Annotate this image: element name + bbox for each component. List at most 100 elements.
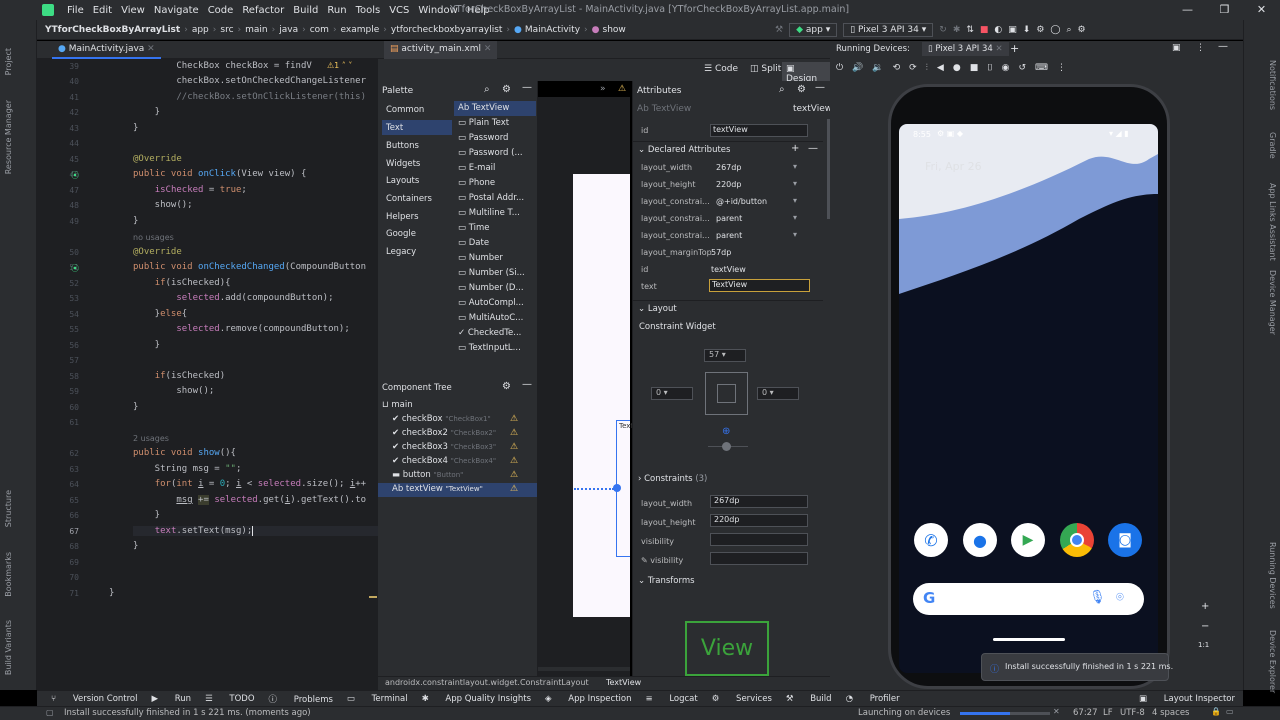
- attr-value[interactable]: textView: [711, 265, 746, 274]
- menu-navigate[interactable]: Navigate: [154, 5, 199, 16]
- warning-icon[interactable]: ⚠: [510, 456, 518, 466]
- visibility-select[interactable]: [710, 533, 808, 546]
- dropdown-icon[interactable]: ▾: [793, 162, 797, 171]
- layout-inspector-tool[interactable]: ▣ Layout Inspector: [1139, 694, 1235, 704]
- stop-icon[interactable]: ■: [980, 25, 989, 35]
- usage-hint[interactable]: 2 usages: [133, 434, 169, 443]
- problems-tool[interactable]: ⓘ Problems: [269, 693, 333, 705]
- app-inspection-tool[interactable]: ◈ App Inspection: [545, 694, 631, 704]
- breadcrumb-package[interactable]: ytforcheckboxbyarraylist: [391, 25, 503, 35]
- dropdown-icon[interactable]: ▾: [793, 179, 797, 188]
- microphone-icon[interactable]: 🎙: [1089, 590, 1106, 605]
- attr-value[interactable]: 267dp: [716, 163, 741, 172]
- device-manager-tool-button[interactable]: Device Manager: [1268, 270, 1277, 335]
- palette-category-containers[interactable]: Containers: [386, 194, 432, 204]
- zoom-actual-size[interactable]: 1:1: [1198, 641, 1209, 649]
- breadcrumb-method[interactable]: show: [603, 25, 626, 35]
- search-icon[interactable]: ⌕: [1067, 25, 1072, 35]
- status-toggle-icon[interactable]: ▢: [46, 708, 54, 717]
- minimize-panel-icon[interactable]: —: [522, 82, 532, 93]
- text-attribute-input[interactable]: TextView: [709, 279, 810, 292]
- build-tool[interactable]: ⚒ Build: [786, 694, 832, 704]
- close-tab-icon[interactable]: ✕: [996, 44, 1003, 54]
- tab-mainactivity[interactable]: ● MainActivity.java ✕: [52, 41, 161, 59]
- tree-item-checkbox[interactable]: ✔ checkBox "CheckBox1": [392, 414, 491, 424]
- tools-visibility-select[interactable]: [710, 552, 808, 565]
- camera-app-icon[interactable]: ◙: [1108, 523, 1142, 557]
- tree-item-textview[interactable]: Ab textView "TextView": [392, 484, 483, 494]
- design-canvas[interactable]: Text: [538, 97, 633, 676]
- breadcrumb-com[interactable]: com: [310, 25, 329, 35]
- line-separator[interactable]: LF: [1103, 708, 1113, 718]
- power-icon[interactable]: ⏻: [836, 63, 843, 73]
- overview-icon[interactable]: ■: [970, 63, 979, 73]
- more-options-icon[interactable]: ⋮: [1196, 43, 1205, 53]
- play-store-icon[interactable]: ▶: [1011, 523, 1045, 557]
- margin-top-select[interactable]: 57 ▾: [704, 349, 746, 362]
- add-attribute-icon[interactable]: +: [791, 143, 799, 154]
- background-task[interactable]: Launching on devices: [858, 708, 950, 718]
- app-links-tool-button[interactable]: App Links Assistant: [1268, 183, 1277, 261]
- phone-app-icon[interactable]: ✆: [914, 523, 948, 557]
- breadcrumb-main[interactable]: main: [245, 25, 268, 35]
- logcat-tool[interactable]: ≡ Logcat: [645, 694, 697, 704]
- settings-icon[interactable]: ⚙: [1036, 25, 1044, 35]
- margin-right-select[interactable]: 0 ▾: [757, 387, 799, 400]
- code-editor[interactable]: 39 40 41 42 43 44 45 46 47 48 49 50 51 5…: [37, 59, 378, 690]
- install-toast[interactable]: ⓘ Install successfully finished in 1 s 2…: [981, 653, 1173, 681]
- memory-icon[interactable]: ▭: [1226, 707, 1234, 716]
- search-icon[interactable]: ⌕: [779, 84, 785, 95]
- app-logo-icon[interactable]: [42, 4, 54, 16]
- gear-icon[interactable]: ⚙: [1078, 25, 1086, 35]
- palette-category-helpers[interactable]: Helpers: [386, 212, 419, 222]
- profile-icon[interactable]: ◐: [994, 25, 1002, 35]
- margin-left-select[interactable]: 0 ▾: [651, 387, 693, 400]
- screenshot-icon[interactable]: ⌷: [987, 63, 992, 73]
- device-select[interactable]: ▯ Pixel 3 API 34 ▾: [843, 23, 934, 37]
- constraints-section-header[interactable]: › Constraints (3): [638, 474, 707, 484]
- run-gutter-icon[interactable]: ⦿: [71, 263, 79, 274]
- run-tool[interactable]: ▶ Run: [152, 694, 192, 704]
- menu-view[interactable]: View: [121, 5, 145, 16]
- volume-up-icon[interactable]: 🔊: [852, 63, 863, 73]
- menu-refactor[interactable]: Refactor: [242, 5, 284, 16]
- status-message[interactable]: Install successfully finished in 1 s 221…: [64, 708, 311, 718]
- constraint-anchor[interactable]: [613, 484, 621, 492]
- attr-value[interactable]: parent: [716, 231, 742, 240]
- dropdown-icon[interactable]: ▾: [793, 230, 797, 239]
- transforms-section-header[interactable]: ⌄ Transforms: [638, 576, 695, 586]
- home-icon[interactable]: ●: [953, 63, 961, 73]
- layout-section-header[interactable]: ⌄ Layout: [633, 300, 823, 315]
- code-mode-button[interactable]: ☰ Code: [704, 64, 738, 74]
- inspection-warning-icon[interactable]: ⚠1 ˄ ˅: [327, 61, 352, 70]
- chrome-icon[interactable]: [1060, 523, 1094, 557]
- zoom-in-icon[interactable]: +: [1201, 601, 1209, 612]
- indent-setting[interactable]: 4 spaces: [1152, 708, 1189, 718]
- minimize-icon[interactable]: —: [1169, 0, 1206, 20]
- palette-category-text[interactable]: Text: [382, 120, 452, 135]
- running-devices-tool-button[interactable]: Running Devices: [1268, 542, 1277, 609]
- close-tab-icon[interactable]: ✕: [484, 44, 492, 54]
- version-control-tool[interactable]: ⑂ Version Control: [51, 694, 138, 704]
- caret-position[interactable]: 67:27: [1073, 708, 1098, 718]
- project-tool-button[interactable]: Project: [4, 48, 13, 75]
- tree-item-checkbox4[interactable]: ✔ checkBox4 "CheckBox4": [392, 456, 496, 466]
- palette-category-google[interactable]: Google: [386, 229, 416, 239]
- account-icon[interactable]: ◯: [1050, 25, 1060, 35]
- run-config-select[interactable]: ◆ app ▾: [789, 23, 838, 37]
- fold-icon[interactable]: ⫶: [926, 63, 928, 73]
- warning-icon[interactable]: ⚠: [510, 470, 518, 480]
- minimize-panel-icon[interactable]: —: [1218, 41, 1228, 52]
- rotate-right-icon[interactable]: ⟳: [909, 63, 917, 73]
- minimize-panel-icon[interactable]: —: [815, 82, 825, 93]
- declared-attributes-header[interactable]: ⌄ Declared Attributes + —: [633, 141, 823, 156]
- record-icon[interactable]: ◉: [1002, 63, 1010, 73]
- structure-tool-button[interactable]: Structure: [4, 490, 13, 527]
- minimize-panel-icon[interactable]: —: [522, 379, 532, 390]
- app-quality-tool[interactable]: ✱ App Quality Insights: [422, 694, 531, 704]
- warning-icon[interactable]: ⚠: [510, 442, 518, 452]
- bias-slider-thumb[interactable]: [722, 442, 731, 451]
- menu-run[interactable]: Run: [327, 5, 346, 16]
- file-encoding[interactable]: UTF-8: [1120, 708, 1145, 718]
- palette-category-buttons[interactable]: Buttons: [386, 141, 419, 151]
